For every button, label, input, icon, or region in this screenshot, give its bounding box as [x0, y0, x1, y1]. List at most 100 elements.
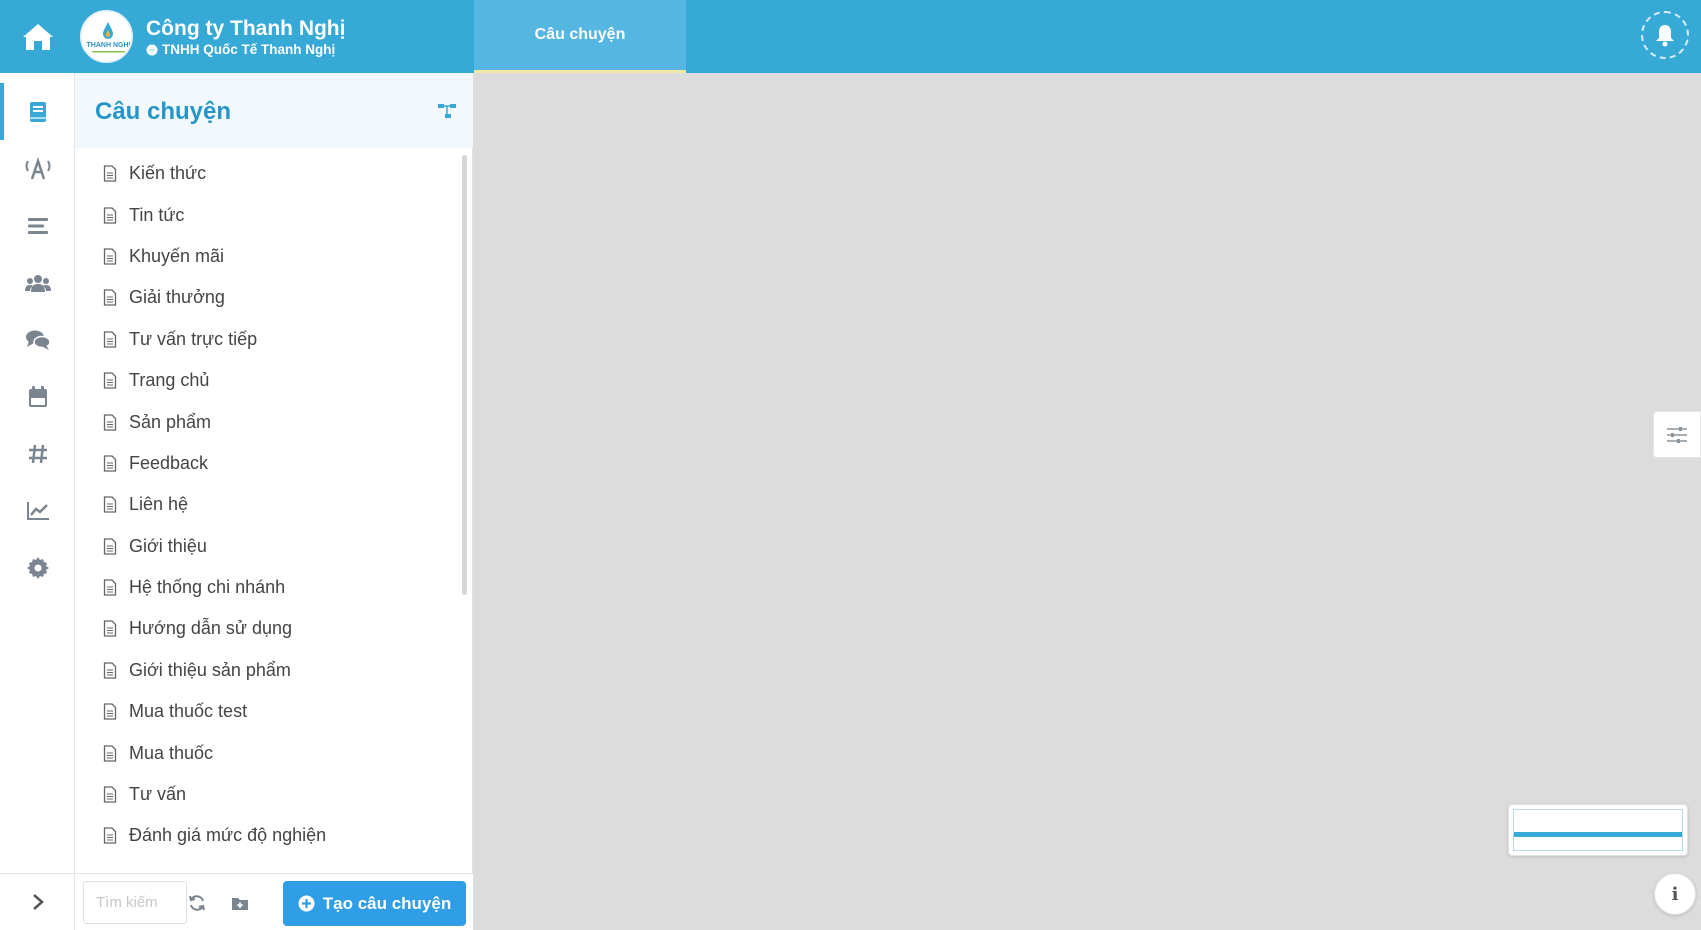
document-icon [103, 827, 117, 845]
story-item[interactable]: Giới thiệu sản phẩm [75, 650, 463, 691]
book-icon [29, 101, 46, 122]
info-button[interactable]: i [1654, 873, 1696, 915]
document-icon [103, 786, 117, 803]
story-item[interactable]: Mua thuốc [75, 732, 463, 773]
story-item-label: Giải thưởng [129, 287, 225, 308]
plus-circle-icon [298, 895, 315, 912]
document-icon [103, 372, 117, 389]
document-icon [103, 579, 117, 596]
document-icon [103, 206, 117, 224]
story-item-label: Tư vấn trực tiếp [129, 328, 258, 349]
folder-plus-icon [232, 897, 248, 910]
bell-icon [1656, 25, 1674, 47]
preview-widget[interactable] [1508, 804, 1688, 856]
story-item-label: Liên hệ [129, 494, 189, 515]
document-icon [103, 620, 117, 638]
story-item[interactable]: Tin tức [75, 194, 463, 235]
company-logo: THANH NGHI [80, 10, 133, 63]
hashtag-icon [28, 444, 47, 463]
story-item-label: Sản phẩm [129, 411, 212, 432]
home-icon [22, 23, 53, 50]
document-icon [103, 165, 117, 182]
calendar-icon [28, 385, 47, 407]
story-item[interactable]: Hướng dẫn sử dụng [75, 608, 463, 649]
company-subtitle: TNHH Quốc Tế Thanh Nghị [146, 42, 335, 57]
sliders-icon [1667, 426, 1687, 443]
story-item[interactable]: Tư vấn [75, 774, 463, 815]
rail-item-settings[interactable] [0, 539, 75, 596]
story-item-label: Đánh giá mức độ nghiện [129, 825, 327, 846]
notification-button[interactable] [1641, 11, 1689, 59]
panel-title: Câu chuyện [95, 98, 232, 125]
story-item[interactable]: Mua thuốc test [75, 691, 463, 732]
story-item-label: Mua thuốc test [129, 701, 248, 722]
refresh-icon [189, 895, 205, 911]
document-icon [103, 496, 117, 513]
icon-rail [0, 73, 75, 930]
document-icon [103, 662, 117, 679]
story-item-label: Giới thiệu sản phẩm [129, 659, 291, 680]
story-item-label: Feedback [129, 452, 209, 473]
document-icon [103, 538, 117, 555]
search-input[interactable] [83, 881, 187, 924]
chart-icon [26, 501, 49, 520]
story-list: Kiến thức Tin tức Khuyến mãi Giải thưởng Tư … [75, 153, 463, 868]
rail-item-calendar[interactable] [0, 368, 75, 425]
create-story-label: Tạo câu chuyện [322, 893, 452, 913]
document-icon [103, 745, 117, 762]
story-item-label: Khuyến mãi [129, 245, 225, 266]
tab-stories[interactable]: Câu chuyện [474, 0, 686, 73]
chat-icon [25, 330, 51, 350]
panel-header: Câu chuyện [75, 73, 473, 148]
story-item-label: Giới thiệu [129, 535, 207, 556]
document-icon [103, 703, 117, 720]
tree-view-button[interactable] [437, 103, 457, 124]
story-item[interactable]: Giới thiệu [75, 526, 463, 567]
top-bar: THANH NGHI Công ty Thanh Nghị TNHH Quốc … [0, 0, 1701, 73]
messenger-icon [146, 44, 158, 55]
rail-item-analytics[interactable] [0, 482, 75, 539]
users-icon [24, 274, 51, 292]
add-folder-button[interactable] [225, 888, 255, 918]
rail-item-users[interactable] [0, 254, 75, 311]
document-icon [103, 413, 117, 431]
story-item-label: Trang chủ [129, 370, 210, 391]
story-item-label: Tin tức [129, 204, 185, 225]
company-subtitle-text: TNHH Quốc Tế Thanh Nghị [162, 42, 336, 57]
company-name: Công ty Thanh Nghị [146, 17, 346, 40]
sitemap-icon [438, 104, 456, 118]
gear-icon [26, 556, 49, 579]
document-icon [103, 331, 117, 348]
chevron-right-icon [32, 894, 44, 910]
expand-sidebar-button[interactable] [0, 873, 75, 930]
rail-item-broadcast[interactable] [0, 140, 75, 197]
settings-drawer-toggle[interactable] [1653, 411, 1701, 458]
create-story-button[interactable]: Tạo câu chuyện [283, 881, 466, 926]
story-item[interactable]: Tư vấn trực tiếp [75, 319, 463, 360]
story-item-label: Hệ thống chi nhánh [129, 577, 286, 598]
story-list-scrollbar[interactable] [462, 155, 467, 595]
story-item-label: Hướng dẫn sử dụng [129, 618, 293, 639]
story-item[interactable]: Khuyến mãi [75, 236, 463, 277]
rail-item-stories[interactable] [0, 83, 75, 140]
svg-text:THANH NGHI: THANH NGHI [87, 42, 131, 49]
story-item[interactable]: Giải thưởng [75, 277, 463, 318]
preview-frame [1513, 809, 1683, 851]
story-item[interactable]: Hệ thống chi nhánh [75, 567, 463, 608]
rail-item-menu[interactable] [0, 197, 75, 254]
panel-footer: Tạo câu chuyện [75, 873, 473, 930]
story-item[interactable]: Sản phẩm [75, 401, 463, 442]
menu-lines-icon [27, 217, 48, 234]
story-item[interactable]: Kiến thức [75, 153, 463, 194]
rail-item-chat[interactable] [0, 311, 75, 368]
document-icon [103, 455, 117, 472]
home-button[interactable] [0, 0, 75, 73]
story-item[interactable]: Đánh giá mức độ nghiện [75, 815, 463, 856]
story-item[interactable]: Trang chủ [75, 360, 463, 401]
rail-item-hashtag[interactable] [0, 425, 75, 482]
document-icon [103, 248, 117, 265]
story-item[interactable]: Feedback [75, 443, 463, 484]
story-item[interactable]: Liên hệ [75, 484, 463, 525]
refresh-button[interactable] [182, 888, 212, 918]
broadcast-icon [25, 156, 50, 179]
